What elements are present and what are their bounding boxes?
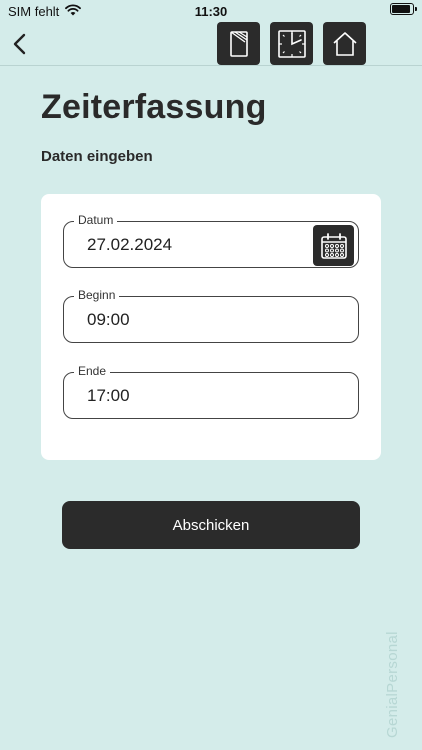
chevron-left-icon <box>13 33 26 55</box>
start-time-label: Beginn <box>74 288 120 302</box>
time-tracking-button[interactable] <box>270 22 313 65</box>
documents-button[interactable] <box>217 22 260 65</box>
end-time-input[interactable] <box>87 386 287 406</box>
document-icon <box>229 30 248 57</box>
date-input[interactable] <box>87 235 287 255</box>
date-label: Datum <box>74 213 118 227</box>
calendar-icon <box>320 232 347 259</box>
date-field[interactable]: Datum <box>63 213 359 268</box>
calendar-button[interactable] <box>313 225 354 266</box>
form-card: Datum Beginn Ende <box>41 194 381 460</box>
nav-icons <box>217 22 366 65</box>
status-bar: SIM fehlt 11:30 <box>0 0 422 22</box>
page-subtitle: Daten eingeben <box>41 148 153 165</box>
end-time-field[interactable]: Ende <box>63 364 359 419</box>
page-title: Zeiterfassung <box>41 88 267 126</box>
start-time-input[interactable] <box>87 310 287 330</box>
battery-full-icon <box>390 3 417 15</box>
home-button[interactable] <box>323 22 366 65</box>
clock-icon <box>277 29 306 58</box>
back-button[interactable] <box>8 30 32 58</box>
end-time-label: Ende <box>74 364 111 378</box>
submit-button[interactable]: Abschicken <box>62 501 360 549</box>
nav-bar <box>0 22 422 66</box>
status-right <box>390 3 417 15</box>
brand-watermark: GenialPersonal <box>384 631 401 738</box>
status-time: 11:30 <box>194 4 228 19</box>
home-icon <box>332 31 357 56</box>
start-time-field[interactable]: Beginn <box>63 288 359 343</box>
